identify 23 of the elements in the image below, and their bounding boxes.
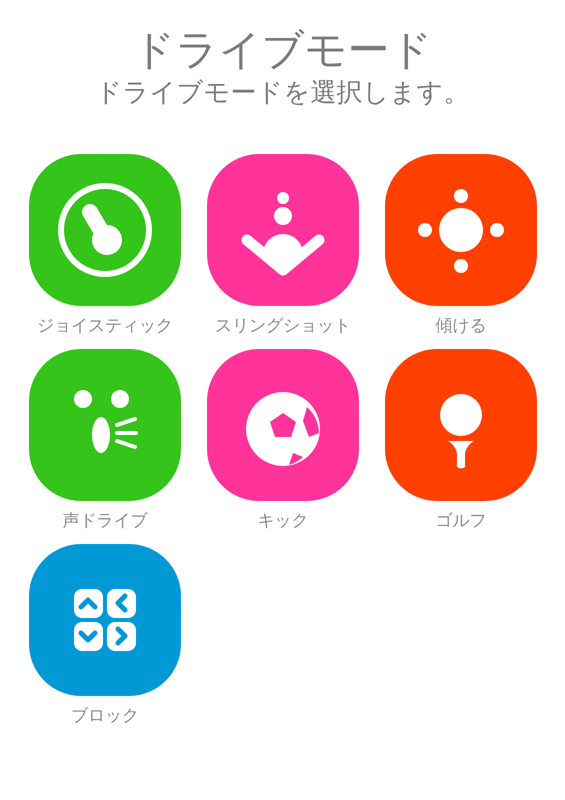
mode-label: ゴルフ	[436, 510, 486, 532]
mode-label: ブロック	[71, 705, 139, 727]
mode-tile[interactable]	[207, 349, 359, 501]
soccer-ball-icon	[246, 392, 320, 466]
page-title: ドライブモード	[132, 24, 432, 76]
joystick-icon	[58, 183, 152, 277]
golf-ball-icon	[440, 394, 482, 468]
mode-label: キック	[258, 510, 308, 532]
mode-label: 傾ける	[436, 315, 486, 337]
mode-label: ジョイスティック	[37, 315, 173, 337]
mode-tile[interactable]	[29, 349, 181, 501]
arrow-blocks-icon	[74, 589, 136, 651]
mode-tile[interactable]	[385, 349, 537, 501]
mode-tile[interactable]	[29, 544, 181, 696]
mode-label: スリングショット	[215, 315, 351, 337]
dpad-dots-icon	[418, 189, 504, 273]
mode-tile[interactable]	[385, 154, 537, 306]
slingshot-icon	[242, 192, 324, 276]
shouting-face-icon	[74, 390, 138, 453]
mode-label: 声ドライブ	[62, 510, 148, 532]
page-subtitle: ドライブモードを選択します。	[96, 77, 470, 110]
mode-tile[interactable]	[207, 154, 359, 306]
mode-tile[interactable]	[29, 154, 181, 306]
